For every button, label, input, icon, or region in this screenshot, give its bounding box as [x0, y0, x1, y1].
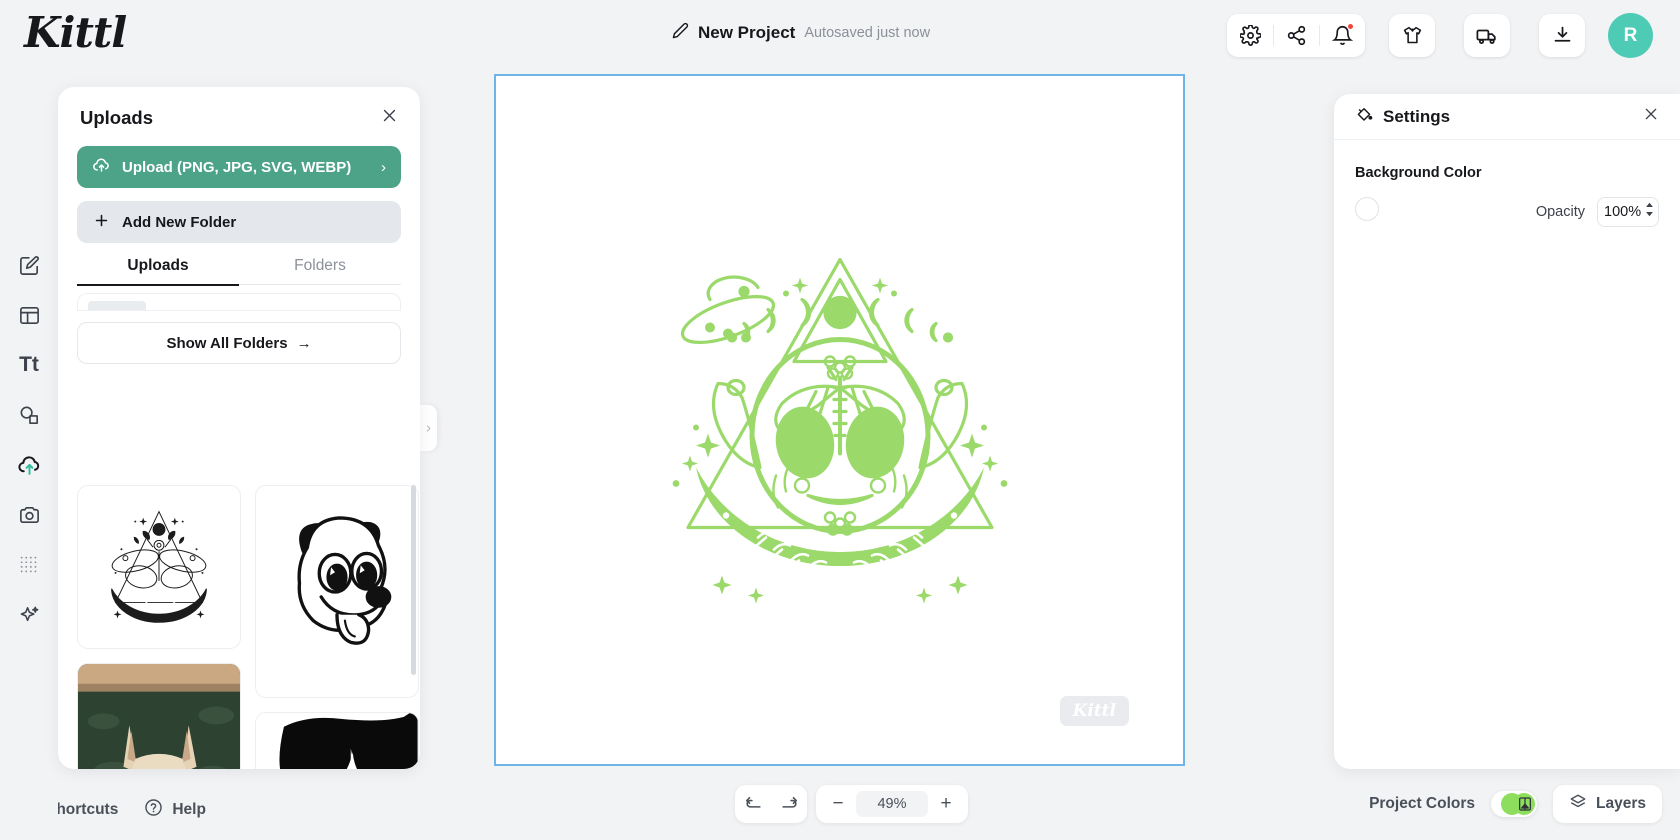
zoom-controls: − 49% + [816, 785, 968, 823]
cloud-upload-icon [92, 156, 111, 179]
toolbar-cluster-shipping [1464, 14, 1510, 57]
toolbar-cluster-download [1539, 14, 1585, 57]
question-circle-icon [144, 798, 163, 822]
add-new-folder-button[interactable]: Add New Folder [77, 201, 401, 243]
user-avatar[interactable]: R [1608, 13, 1653, 58]
image-color-icon [1517, 796, 1533, 817]
chevron-right-icon: › [381, 158, 386, 176]
tshirt-merch-icon[interactable] [1389, 14, 1435, 57]
background-color-row: Opacity 100% [1355, 197, 1659, 227]
settings-panel-title: Settings [1383, 106, 1451, 126]
uploads-panel-header: Uploads [58, 87, 420, 129]
redo-arrow-icon[interactable] [771, 785, 807, 823]
settings-panel: Settings Background Color Opacity 100% [1334, 94, 1680, 769]
undo-arrow-icon[interactable] [735, 785, 771, 823]
uploads-panel-title: Uploads [80, 107, 153, 128]
project-colors-label: Project Colors [1369, 795, 1476, 812]
toolbar-cluster-merch [1389, 14, 1435, 57]
add-new-folder-label: Add New Folder [122, 213, 237, 231]
paint-bucket-icon [1355, 105, 1373, 128]
upload-button[interactable]: Upload (PNG, JPG, SVG, WEBP) › [77, 146, 401, 188]
left-tool-rail: Tt [0, 72, 58, 840]
footer-zoom-controls: − 49% + [735, 785, 968, 823]
project-name[interactable]: New Project [698, 23, 795, 43]
notifications-bell-icon[interactable] [1319, 14, 1365, 57]
design-canvas[interactable]: Kittl [494, 74, 1185, 766]
sidebar-item-photos[interactable] [0, 490, 58, 540]
tab-uploads[interactable]: Uploads [77, 257, 239, 286]
upload-button-label: Upload (PNG, JPG, SVG, WEBP) [122, 158, 352, 176]
sidebar-item-text[interactable]: Tt [0, 340, 58, 390]
background-color-label: Background Color [1355, 165, 1482, 181]
layers-label: Layers [1596, 795, 1646, 812]
panel-collapse-handle[interactable] [420, 405, 437, 451]
tab-active-underline [77, 283, 239, 286]
uploads-thumbnail-grid [77, 485, 420, 769]
zoom-in-button[interactable]: + [928, 785, 964, 823]
sidebar-item-elements[interactable] [0, 390, 58, 440]
show-all-folders-label: Show All Folders [166, 334, 288, 352]
uploads-panel-scrollbar[interactable] [411, 485, 416, 675]
sidebar-item-design[interactable] [0, 240, 58, 290]
layers-icon [1569, 793, 1587, 816]
kittl-logo[interactable]: Kittl [24, 8, 127, 57]
uploads-tabs: Uploads Folders [77, 257, 401, 286]
shipping-truck-icon[interactable] [1464, 14, 1510, 57]
cartoon-dog-face-thumbnail[interactable] [255, 485, 419, 698]
footer-right: Project Colors Layers [1369, 785, 1662, 823]
black-silhouette-thumbnail[interactable] [255, 712, 419, 769]
help-button[interactable]: Help [144, 798, 206, 822]
top-bar: Kittl New Project Autosaved just now R [0, 0, 1680, 72]
project-colors-toggle[interactable] [1491, 791, 1538, 817]
notification-badge [1347, 23, 1354, 30]
uploads-panel: Uploads Upload (PNG, JPG, SVG, WEBP) › A… [58, 87, 420, 769]
pencil-icon[interactable] [672, 22, 689, 44]
mystic-butterfly-lineart-thumbnail[interactable] [77, 485, 241, 649]
tab-folders[interactable]: Folders [239, 257, 401, 286]
close-icon[interactable] [1643, 106, 1659, 127]
zoom-level-value[interactable]: 49% [856, 791, 928, 817]
background-color-swatch[interactable] [1355, 197, 1379, 221]
help-label: Help [172, 801, 206, 818]
settings-panel-header: Settings [1334, 94, 1680, 140]
project-title-group: New Project Autosaved just now [672, 22, 930, 44]
stepper-arrows-icon[interactable] [1645, 201, 1654, 223]
sidebar-item-patterns[interactable] [0, 540, 58, 590]
opacity-stepper[interactable]: 100% [1597, 197, 1659, 227]
autosave-status: Autosaved just now [804, 25, 931, 41]
sidebar-item-templates[interactable] [0, 290, 58, 340]
plus-icon [93, 212, 110, 233]
history-controls [735, 785, 807, 823]
close-icon[interactable] [381, 107, 398, 129]
sidebar-item-uploads[interactable] [0, 440, 58, 490]
kittl-editor: Kittl New Project Autosaved just now R T… [0, 0, 1680, 840]
painted-dog-portrait-thumbnail[interactable] [77, 663, 241, 769]
opacity-label: Opacity [1535, 204, 1585, 220]
download-icon[interactable] [1539, 14, 1585, 57]
show-all-folders-button[interactable]: Show All Folders → [77, 322, 401, 364]
folder-row-partial[interactable] [77, 293, 401, 311]
zoom-out-button[interactable]: − [820, 785, 856, 823]
settings-gear-icon[interactable] [1227, 14, 1273, 57]
opacity-value: 100% [1604, 204, 1642, 220]
layers-button[interactable]: Layers [1553, 785, 1662, 823]
alien-butterfly-mystic-design[interactable] [640, 228, 1040, 613]
share-icon[interactable] [1273, 14, 1319, 57]
arrow-right-icon: → [296, 334, 312, 352]
toolbar-cluster-primary [1227, 14, 1365, 57]
sidebar-item-ai[interactable] [0, 590, 58, 640]
kittl-watermark: Kittl [1059, 696, 1129, 726]
